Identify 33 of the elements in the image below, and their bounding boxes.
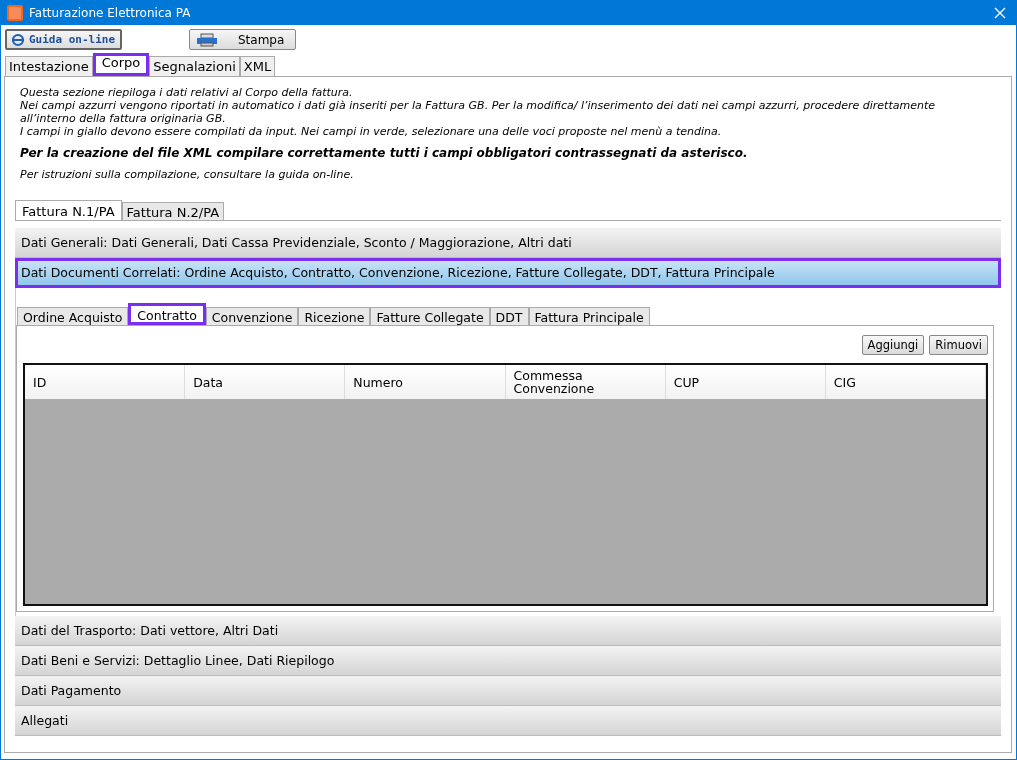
invoice-tab[interactable]: Fattura N.1/PA	[15, 200, 122, 220]
info-text: I campi in giallo devono essere compilati da input. Nei campi in verde, selezionare una delle voci proposte nel menù a tendina.	[20, 125, 723, 138]
document-tab[interactable]: Fattura Principale	[528, 307, 650, 325]
info-text: Questa sezione riepiloga i dati relativi al Corpo della fattura.	[20, 86, 354, 99]
document-tab[interactable]: Contratto	[128, 303, 206, 325]
hint-text: Per istruzioni sulla compilazione, consultare la guida on-line.	[20, 168, 355, 181]
document-tab[interactable]: Fatture Collegate	[370, 307, 490, 325]
info-text: Nei campi azzurri vengono riportati in automatico i dati già inseriti per la Fattura GB. Per la modifica/ l’inserimento dei dati nei campi azzurri, procedere direttamente all’interno della fattura originaria GB.	[20, 99, 936, 125]
app-icon	[7, 5, 23, 21]
remove-button[interactable]: Rimuovi	[929, 335, 988, 355]
section-header[interactable]: Dati Pagamento	[15, 676, 1001, 706]
section-header[interactable]: Dati del Trasporto: Dati vettore, Altri Dati	[15, 616, 1001, 646]
window-title: Fatturazione Elettronica PA	[29, 6, 192, 20]
tab[interactable]: Intestazione	[5, 56, 93, 76]
tab[interactable]: XML	[239, 56, 276, 76]
print-button[interactable]: Stampa	[189, 29, 296, 50]
document-tab[interactable]: Ordine Acquisto	[17, 307, 129, 325]
section-header[interactable]: Dati Documenti Correlati: Ordine Acquisto, Contratto, Convenzione, Ricezione, Fatture Collegate, DDT, Fattura Principale	[15, 258, 1001, 288]
document-tab[interactable]: DDT	[489, 307, 529, 325]
document-tab[interactable]: Ricezione	[298, 307, 371, 325]
help-button[interactable]: Guida on-line	[5, 29, 122, 50]
document-tab[interactable]: Convenzione	[205, 307, 299, 325]
tab[interactable]: Corpo	[92, 53, 150, 76]
tab[interactable]: Segnalazioni	[149, 56, 240, 76]
add-button[interactable]: Aggiungi	[861, 335, 925, 355]
section-header[interactable]: Allegati	[15, 706, 1001, 736]
browser-icon	[11, 32, 25, 47]
section-header[interactable]: Dati Beni e Servizi: Dettaglio Linee, Dati Riepilogo	[15, 646, 1001, 676]
notice-text: Per la creazione del file XML compilare correttamente tutti i campi obbligatori contrassegnati da asterisco.	[20, 147, 749, 160]
invoice-tab[interactable]: Fattura N.2/PA	[121, 202, 225, 220]
section-header[interactable]: Dati Generali: Dati Generali, Dati Cassa Previdenziale, Sconto / Maggiorazione, Altri dati	[15, 228, 1001, 258]
close-icon[interactable]	[994, 7, 1006, 19]
printer-icon	[196, 32, 218, 47]
